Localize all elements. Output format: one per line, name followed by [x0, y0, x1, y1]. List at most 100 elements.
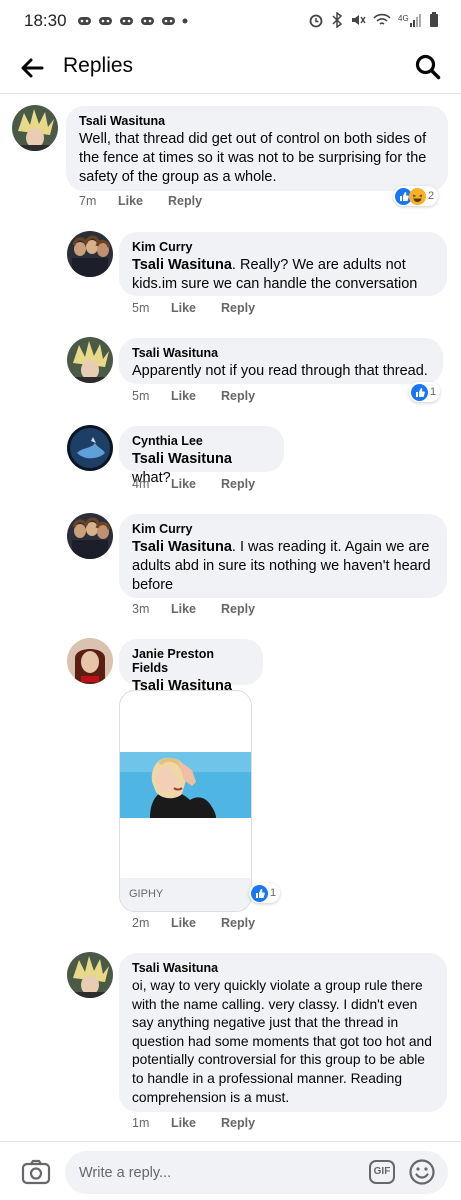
status-bar: 18:30 4G — [0, 0, 461, 42]
wifi-icon — [373, 13, 391, 25]
like-reaction-icon — [411, 383, 428, 401]
avatar[interactable] — [12, 105, 58, 151]
gif-image — [120, 752, 251, 818]
game-controller-icon — [77, 17, 91, 25]
comment-text: Tsali Wasituna. I was reading it. Again … — [132, 538, 435, 595]
comment-time: 3m — [132, 602, 150, 616]
comment-bubble[interactable]: Tsali Wasituna Apparently not if you rea… — [119, 338, 443, 384]
mute-icon — [352, 15, 366, 25]
page-title: Replies — [63, 54, 134, 77]
like-reaction-icon — [251, 884, 268, 902]
reply-button[interactable]: Reply — [221, 916, 255, 930]
comment-author[interactable]: Janie Preston Fields — [132, 647, 251, 675]
comment-bubble[interactable]: Kim Curry Tsali Wasituna. Really? We are… — [119, 232, 447, 296]
mention-link[interactable]: Tsali Wasituna — [132, 451, 232, 467]
comment-time: 5m — [132, 389, 150, 403]
reaction-summary[interactable]: 1 — [409, 382, 441, 402]
gif-source-label: GIPHY — [120, 878, 251, 911]
avatar-image-group-icon — [67, 513, 113, 559]
comment-bubble[interactable]: Janie Preston Fields Tsali Wasituna — [119, 639, 263, 694]
comment-author[interactable]: Kim Curry — [132, 240, 435, 254]
gif-button[interactable]: GIF — [369, 1160, 395, 1184]
bluetooth-icon — [332, 12, 343, 28]
comment-author[interactable]: Kim Curry — [132, 522, 435, 536]
like-button[interactable]: Like — [171, 301, 221, 315]
comment-author[interactable]: Cynthia Lee — [132, 434, 272, 448]
more-notifications-dot-icon — [182, 18, 188, 24]
emoji-icon[interactable] — [408, 1158, 436, 1186]
comment-text: Well, that thread did get out of control… — [79, 131, 427, 185]
like-button[interactable]: Like — [171, 916, 221, 930]
system-icons: 4G — [308, 12, 439, 28]
avatar-image-anime-icon — [12, 105, 58, 151]
avatar[interactable] — [67, 231, 113, 277]
game-controller-icon — [161, 17, 175, 25]
reaction-count: 1 — [270, 887, 277, 899]
mention-link[interactable]: Tsali Wasituna — [132, 539, 232, 555]
comment-author[interactable]: Tsali Wasituna — [132, 961, 435, 975]
back-arrow-icon[interactable] — [18, 54, 46, 82]
comment-bubble[interactable]: Cynthia Lee Tsali Wasituna what? — [119, 426, 284, 486]
notification-icons — [77, 15, 188, 27]
camera-icon[interactable] — [21, 1159, 51, 1185]
reply-button[interactable]: Reply — [221, 477, 255, 491]
comment-actions: 1m Like Reply — [132, 1116, 255, 1130]
comment-bubble[interactable]: Kim Curry Tsali Wasituna. I was reading … — [119, 514, 447, 598]
reply-button[interactable]: Reply — [221, 602, 255, 616]
search-icon[interactable] — [413, 52, 443, 82]
game-controller-icon — [98, 17, 112, 25]
like-button[interactable]: Like — [118, 194, 168, 208]
avatar-image-group-icon — [67, 231, 113, 277]
reply-composer: GIF — [0, 1141, 461, 1200]
comment-actions: 7m Like Reply — [79, 194, 202, 208]
alarm-icon — [309, 14, 323, 28]
game-controller-icon — [119, 17, 133, 25]
like-button[interactable]: Like — [171, 389, 221, 403]
comment-actions: 2m Like Reply — [132, 916, 255, 930]
reaction-summary[interactable]: 2 — [393, 186, 439, 206]
avatar[interactable] — [67, 337, 113, 383]
comment-bubble[interactable]: Tsali Wasituna oi, way to very quickly v… — [119, 953, 447, 1112]
like-button[interactable]: Like — [171, 1116, 221, 1130]
comment-text: Apparently not if you read through that … — [132, 363, 428, 379]
comment-author[interactable]: Tsali Wasituna — [132, 346, 431, 360]
svg-text:4G: 4G — [398, 14, 409, 23]
reply-button[interactable]: Reply — [221, 301, 255, 315]
comment-actions: 4m Like Reply — [132, 477, 255, 491]
battery-icon — [430, 12, 438, 27]
comment-actions: 3m Like Reply — [132, 602, 255, 616]
reaction-summary[interactable]: 1 — [249, 883, 281, 903]
reaction-count: 1 — [430, 386, 437, 398]
avatar-image-logo-icon — [67, 425, 113, 471]
haha-reaction-icon — [409, 187, 426, 205]
avatar[interactable] — [67, 425, 113, 471]
signal-icon: 4G — [398, 14, 421, 27]
mention-link[interactable]: Tsali Wasituna — [132, 257, 232, 273]
app-header: Replies — [0, 42, 461, 94]
comment-time: 2m — [132, 916, 150, 930]
like-button[interactable]: Like — [171, 602, 221, 616]
status-time: 18:30 — [24, 11, 67, 30]
avatar[interactable] — [67, 513, 113, 559]
comment-text: oi, way to very quickly violate a group … — [132, 978, 432, 1105]
comment-actions: 5m Like Reply — [132, 301, 255, 315]
comment-actions: 5m Like Reply — [132, 389, 255, 403]
avatar-image-anime-icon — [67, 952, 113, 998]
comment-bubble[interactable]: Tsali Wasituna Well, that thread did get… — [66, 106, 448, 191]
reply-button[interactable]: Reply — [221, 389, 255, 403]
game-controller-icon — [140, 17, 154, 25]
reply-button[interactable]: Reply — [168, 194, 202, 208]
like-button[interactable]: Like — [171, 477, 221, 491]
avatar-image-portrait-icon — [67, 638, 113, 684]
comment-time: 1m — [132, 1116, 150, 1130]
reaction-count: 2 — [428, 190, 435, 202]
comment-time: 5m — [132, 301, 150, 315]
gif-attachment[interactable]: GIPHY — [119, 690, 252, 912]
avatar-image-anime-icon — [67, 337, 113, 383]
comment-time: 4m — [132, 477, 150, 491]
avatar[interactable] — [67, 638, 113, 684]
comment-author[interactable]: Tsali Wasituna — [79, 114, 436, 128]
reply-button[interactable]: Reply — [221, 1116, 255, 1130]
comment-time: 7m — [79, 194, 97, 208]
avatar[interactable] — [67, 952, 113, 998]
